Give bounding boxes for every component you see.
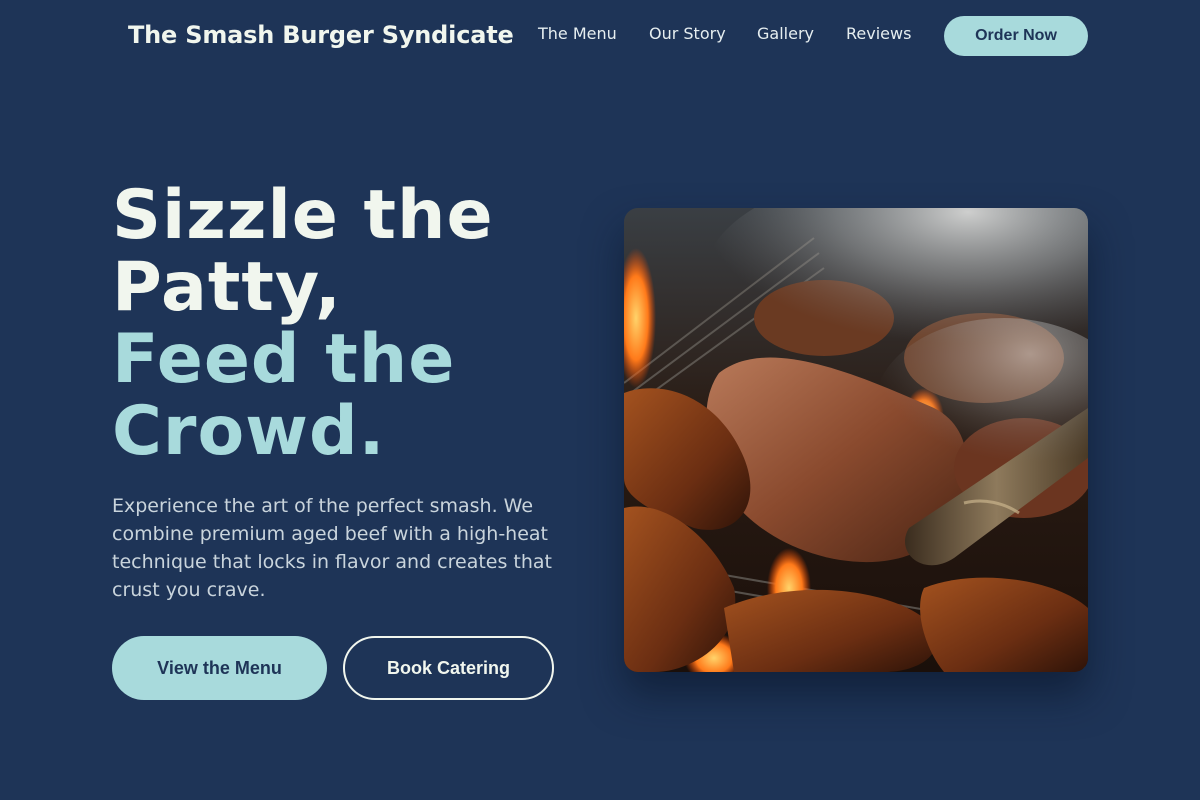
- hero-description: Experience the art of the perfect smash.…: [112, 495, 553, 601]
- grilled-meat-photo: [624, 208, 1088, 672]
- brand-logo[interactable]: The Smash Burger Syndicate: [128, 20, 514, 50]
- book-catering-button[interactable]: Book Catering: [343, 636, 554, 700]
- landing-page: The Smash Burger Syndicate The Menu Our …: [0, 0, 1200, 800]
- headline-line-2: Patty,: [112, 248, 342, 327]
- nav-link-menu[interactable]: The Menu: [538, 24, 617, 44]
- view-menu-button[interactable]: View the Menu: [112, 636, 327, 700]
- nav-link-our-story[interactable]: Our Story: [649, 24, 726, 44]
- nav-link-gallery[interactable]: Gallery: [757, 24, 814, 44]
- nav-link-reviews[interactable]: Reviews: [846, 24, 911, 44]
- headline-line-1: Sizzle the: [112, 176, 494, 255]
- headline-line-3: Feed the: [112, 320, 456, 399]
- hero-headline: Sizzle the Patty, Feed the Crowd.: [112, 180, 494, 468]
- grill-illustration: [624, 208, 1088, 672]
- order-now-button[interactable]: Order Now: [944, 16, 1088, 56]
- headline-line-4: Crowd.: [112, 392, 386, 471]
